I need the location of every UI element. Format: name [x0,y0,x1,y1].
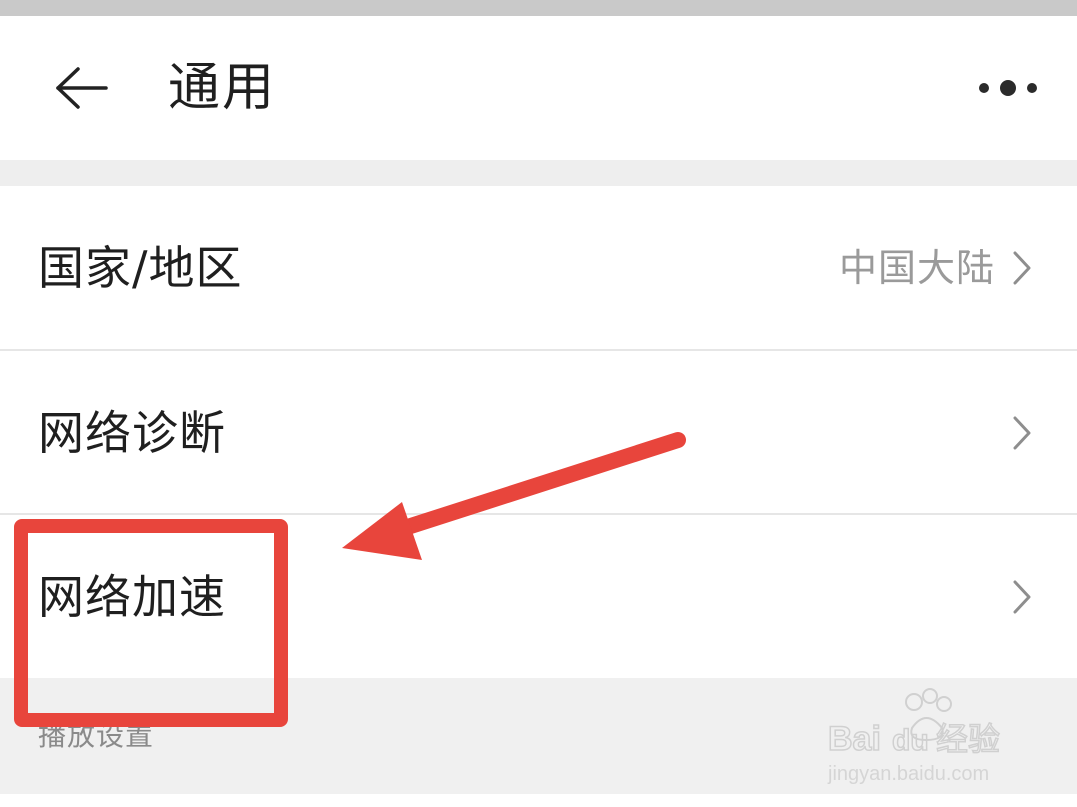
header-bar: 通用 [0,16,1077,160]
section-gap [0,160,1077,186]
settings-item-network-acceleration[interactable]: 网络加速 [0,515,1077,678]
page-title: 通用 [168,58,277,118]
status-bar-strip [0,0,1077,16]
settings-item-label: 国家/地区 [38,240,243,295]
next-section-edge [0,794,1077,807]
section-header-background [0,678,1077,807]
settings-item-country-region[interactable]: 国家/地区 中国大陆 [0,186,1077,349]
settings-item-value: 中国大陆 [838,245,995,290]
arrow-left-icon[interactable] [54,66,108,110]
settings-item-label: 网络加速 [38,569,226,624]
chevron-right-icon [1013,251,1031,284]
settings-item-network-diagnosis[interactable]: 网络诊断 [0,351,1077,514]
section-header-playback-settings: 播放设置 [38,719,155,752]
chevron-right-icon [1013,580,1031,613]
more-dots-icon[interactable] [977,76,1039,100]
chevron-right-icon [1013,416,1031,449]
settings-item-label: 网络诊断 [38,405,226,460]
settings-page: 通用 国家/地区 中国大陆 网络诊断 网络加速 播放设置 Bai du 经验 j… [0,0,1077,807]
